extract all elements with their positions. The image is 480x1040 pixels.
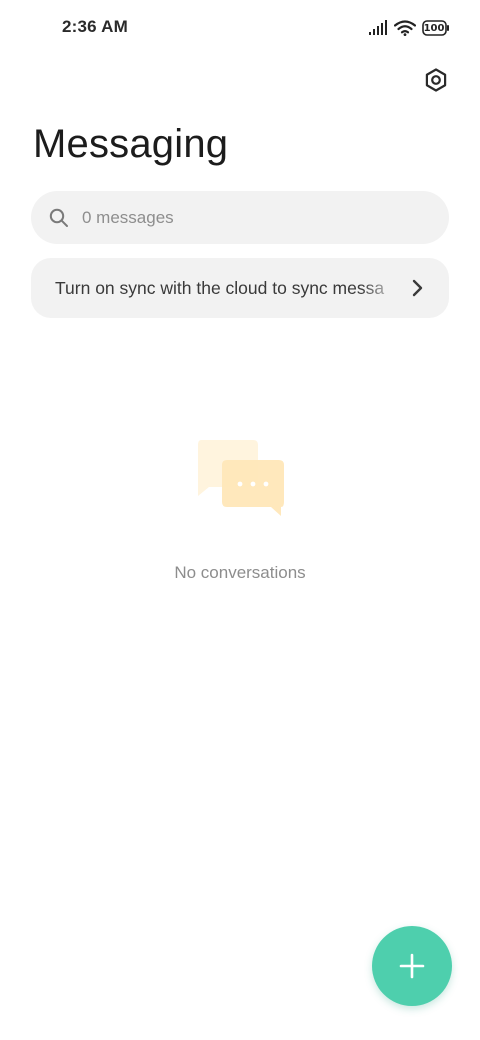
- sync-banner-fade: [361, 258, 401, 318]
- empty-state-text: No conversations: [174, 563, 306, 582]
- settings-button[interactable]: [420, 64, 452, 96]
- search-icon: [49, 208, 68, 227]
- search-bar[interactable]: [31, 191, 449, 244]
- sync-banner[interactable]: Turn on sync with the cloud to sync mess…: [31, 258, 449, 318]
- chevron-right-icon: [412, 279, 423, 297]
- status-icons: 100: [368, 16, 450, 40]
- sync-banner-text: Turn on sync with the cloud to sync mess…: [55, 278, 385, 298]
- new-message-button[interactable]: [372, 926, 452, 1006]
- status-bar: 2:36 AM 100: [0, 0, 480, 56]
- status-time: 2:36 AM: [62, 17, 128, 36]
- search-input[interactable]: [82, 191, 402, 244]
- gear-icon: [425, 68, 447, 92]
- plus-icon: [399, 953, 425, 979]
- messaging-screen: 2:36 AM 100 Messaging 0 messages Turn on…: [0, 0, 480, 1040]
- battery-level: 100: [423, 22, 445, 34]
- wifi-icon: [394, 20, 416, 36]
- signal-icon: [369, 20, 387, 35]
- page-title: Messaging: [33, 122, 229, 166]
- chat-bubbles-icon: [198, 440, 284, 516]
- battery-indicator: 100: [422, 20, 450, 36]
